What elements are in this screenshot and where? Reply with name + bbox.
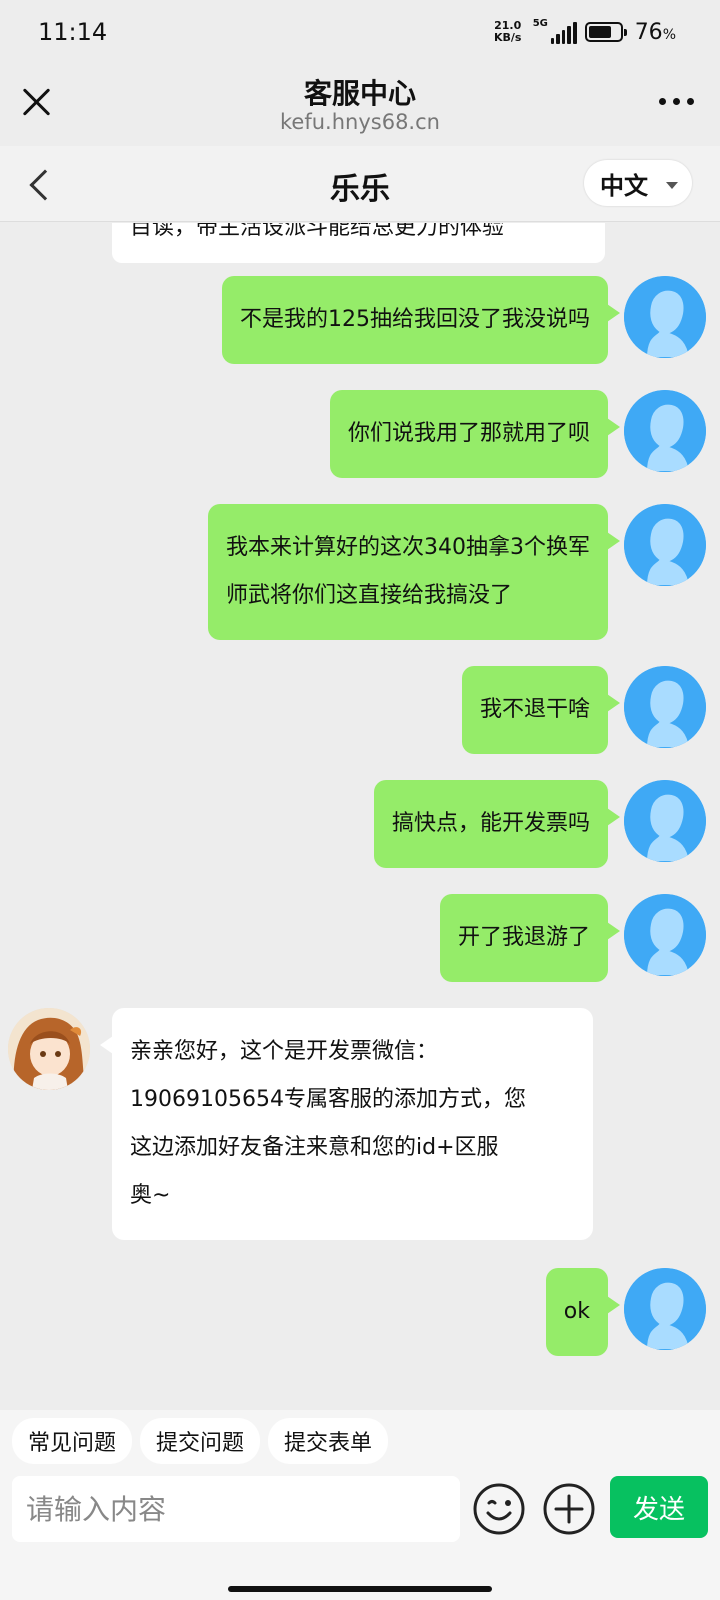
battery-icon [584,22,627,42]
signal-icon: 5G [532,18,577,44]
my-message: 不是我的125抽给我回没了我没说吗 [222,276,620,364]
my-message: 我不退干啥 [461,666,621,754]
more-options-icon[interactable] [659,98,694,105]
user-avatar [624,666,706,748]
status-bar: 11:14 21.0 KB/s 5G 76% [0,0,720,66]
submit-form-chip[interactable]: 提交表单 [268,1418,389,1464]
status-time: 11:14 [38,18,108,46]
user-avatar [624,780,706,862]
chat-messages[interactable]: 目读，带主活设派斗能给总更力的体验 不是我的125抽给我回没了我没说吗 你们说我… [0,223,720,1410]
composer-bar: 常见问题 提交问题 提交表单 发送 [0,1410,720,1600]
send-button[interactable]: 发送 [610,1476,708,1538]
plus-icon[interactable] [542,1482,596,1536]
battery-percent: 76% [634,19,676,45]
my-message: 开了我退游了 [439,894,621,982]
agent-message-partial: 目读，带主活设派斗能给总更力的体验 [112,223,605,263]
status-icons: 21.0 KB/s 5G 76% [491,16,676,48]
agent-avatar [8,1008,90,1090]
faq-chip[interactable]: 常见问题 [12,1418,133,1464]
user-avatar [624,1268,706,1350]
user-avatar [624,894,706,976]
language-label: 中文 [600,171,648,200]
network-speed: 21.0 KB/s [493,19,522,44]
caret-down-icon [666,182,678,189]
language-selector[interactable]: 中文 [584,160,692,206]
my-message: 搞快点，能开发票吗 [373,780,621,868]
webview-header: 客服中心 kefu.hnys68.cn [0,66,720,146]
network-type: 5G [532,18,548,29]
my-message: ok [545,1268,621,1356]
page-title: 客服中心 [303,77,416,110]
quick-actions: 常见问题 提交问题 提交表单 [12,1418,389,1464]
chat-header: 乐乐 中文 [0,146,720,222]
submit-issue-chip[interactable]: 提交问题 [140,1418,261,1464]
agent-message: 亲亲您好，这个是开发票微信： 19069105654专属客服的添加方式，您 这边… [100,1008,593,1240]
user-avatar [624,504,706,586]
user-avatar [624,276,706,358]
message-input[interactable] [12,1476,460,1542]
page-url: kefu.hnys68.cn [280,110,440,134]
emoji-icon[interactable] [472,1482,526,1536]
user-avatar [624,390,706,472]
my-message: 我本来计算好的这次340抽拿3个换军 师武将你们这直接给我搞没了 [208,504,620,640]
my-message: 你们说我用了那就用了呗 [329,390,621,478]
battery-fill [588,26,611,38]
home-indicator[interactable] [228,1586,492,1592]
